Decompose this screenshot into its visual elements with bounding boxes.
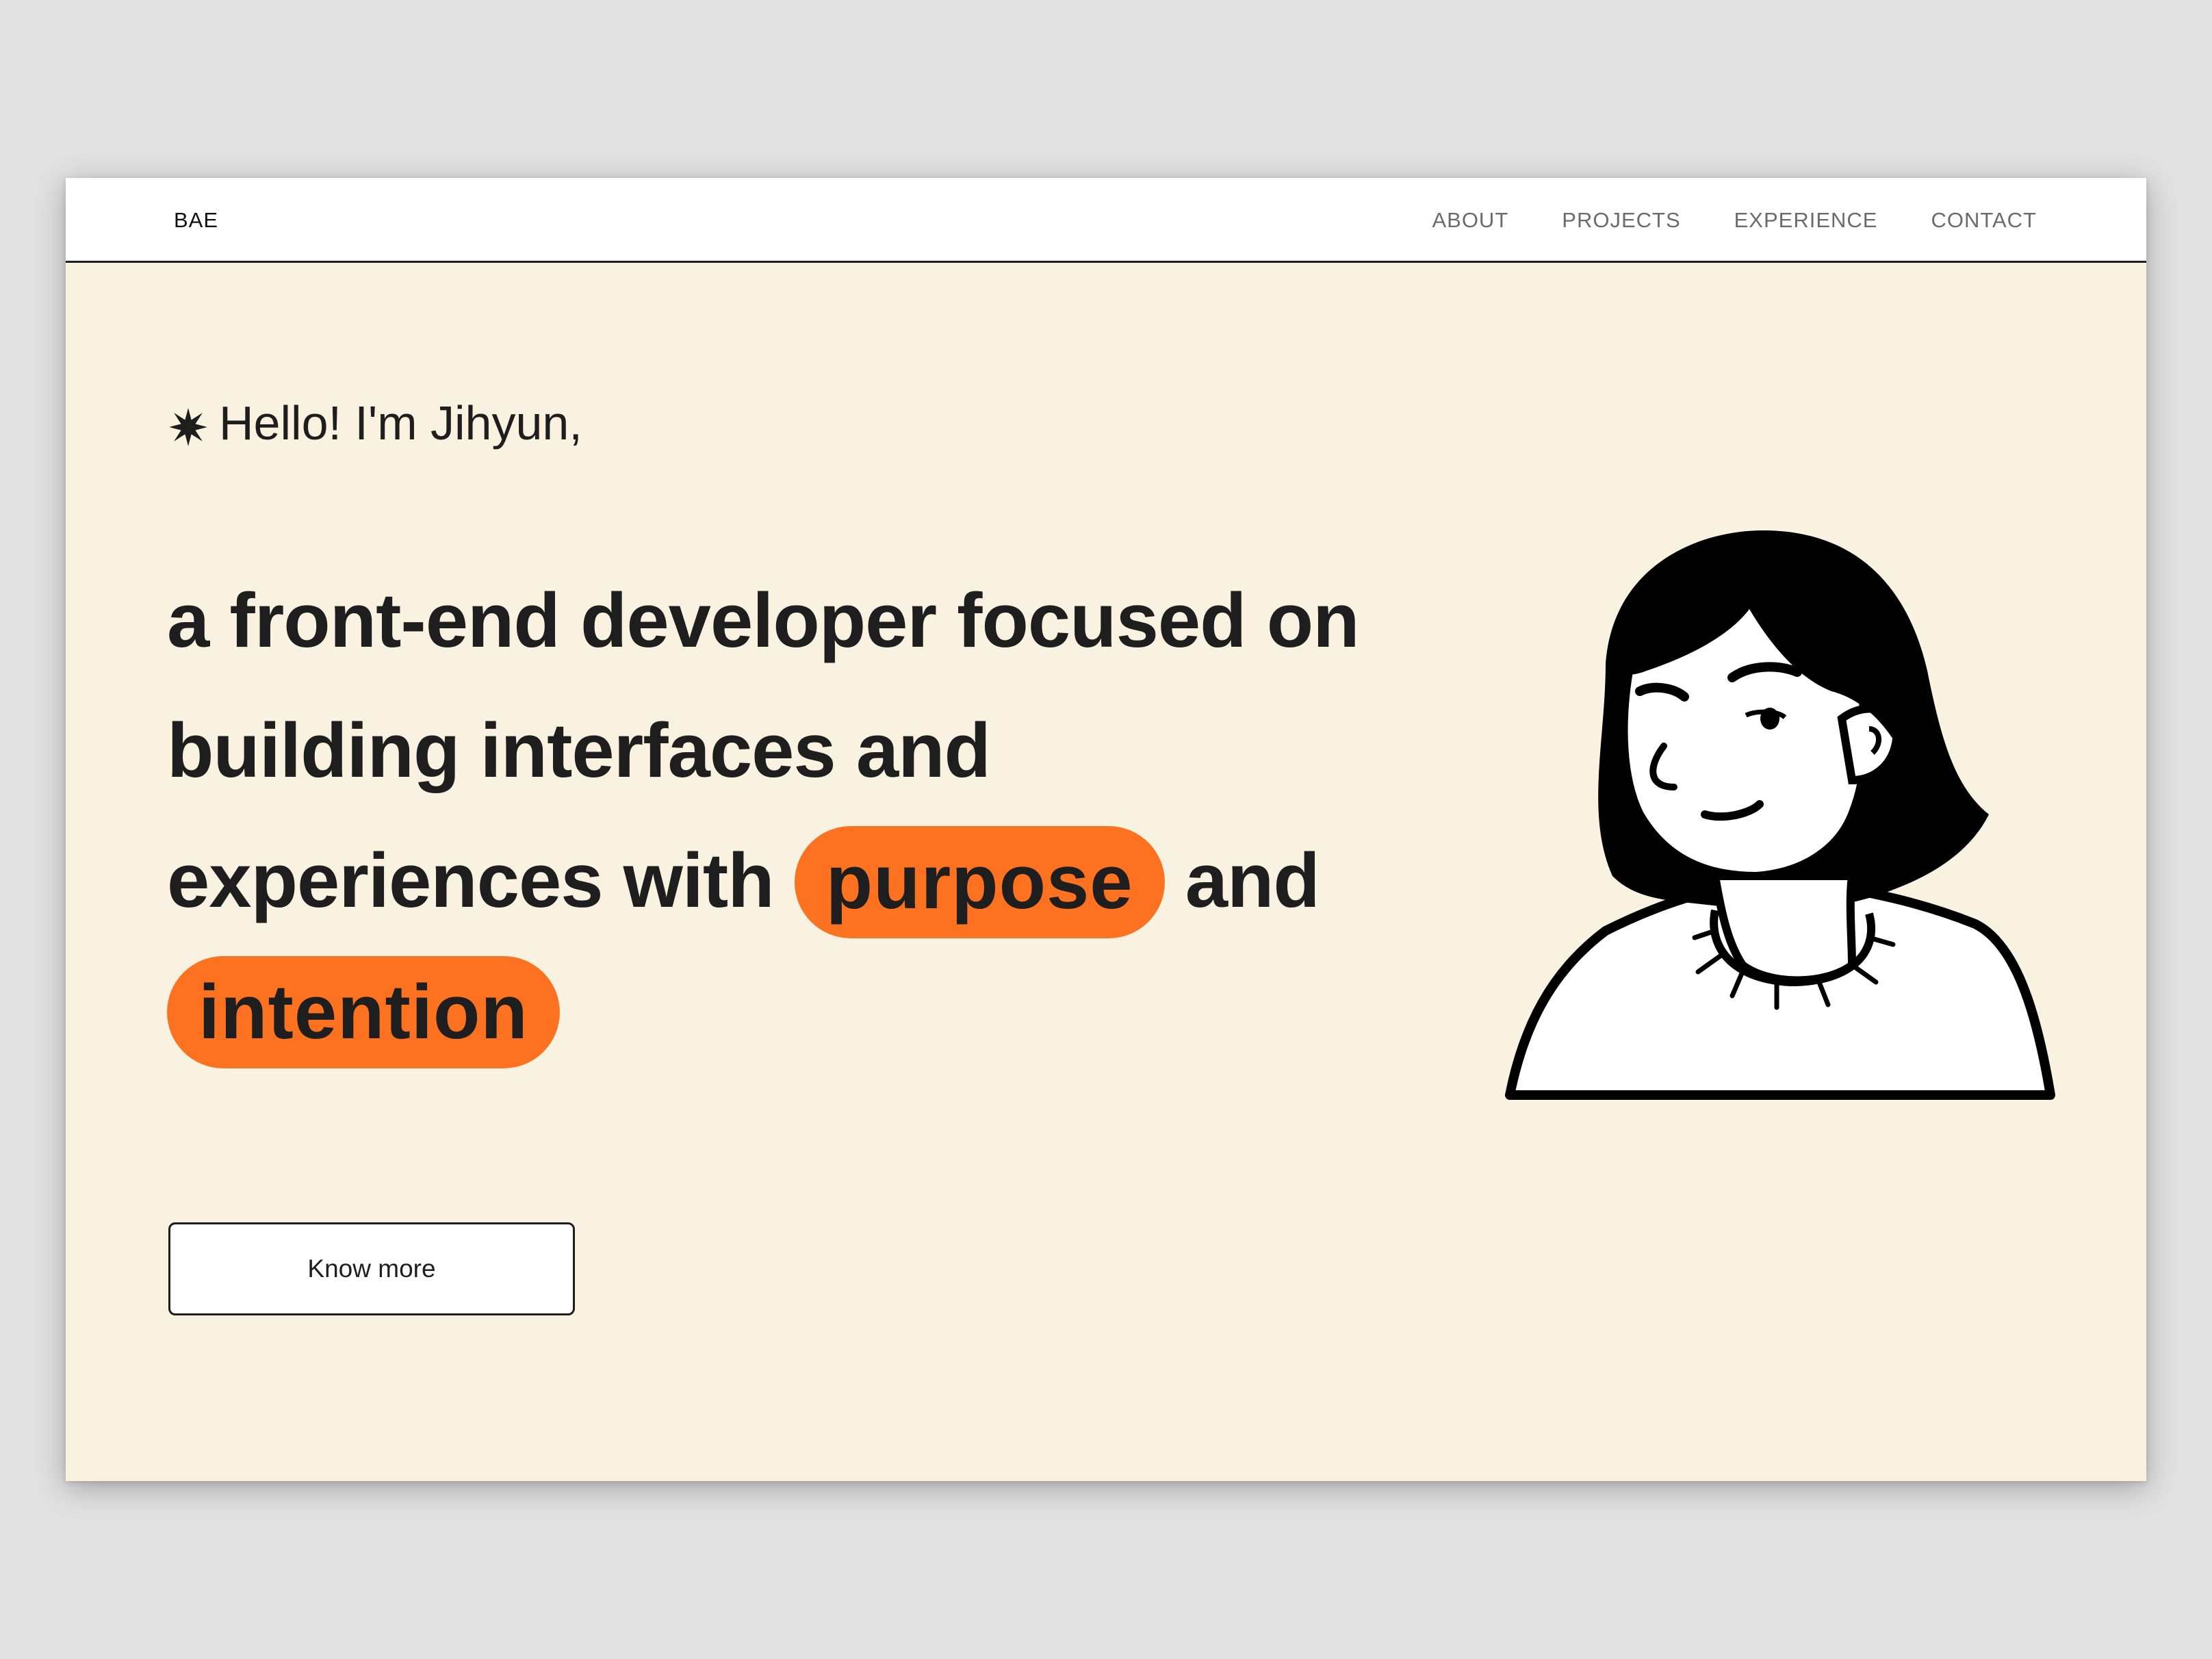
site-logo[interactable]: BAE (174, 178, 218, 263)
star-burst-icon (168, 403, 208, 446)
nav-link-projects[interactable]: PROJECTS (1562, 208, 1680, 233)
browser-page: BAE ABOUT PROJECTS EXPERIENCE CONTACT He… (66, 178, 2146, 1481)
greeting: Hello! I'm Jihyun, (168, 396, 582, 450)
nav-link-contact[interactable]: CONTACT (1931, 208, 2037, 233)
nav-link-about[interactable]: ABOUT (1432, 208, 1508, 233)
nav-link-experience[interactable]: EXPERIENCE (1734, 208, 1878, 233)
headline-line-4: intention (167, 946, 1467, 1076)
headline-line-3-suffix: and (1185, 838, 1320, 923)
greeting-text: Hello! I'm Jihyun, (219, 396, 582, 450)
nav-links: ABOUT PROJECTS EXPERIENCE CONTACT (1432, 178, 2037, 263)
headline-line-3-prefix: experiences with (167, 838, 775, 923)
know-more-button[interactable]: Know more (168, 1222, 575, 1315)
headline-line-1: a front-end developer focused on (167, 578, 1360, 663)
highlight-intention: intention (167, 956, 560, 1069)
hero-headline: a front-end developer focused on buildin… (167, 556, 1467, 1076)
woman-portrait-illustration (1469, 493, 2085, 1109)
navbar: BAE ABOUT PROJECTS EXPERIENCE CONTACT (66, 178, 2146, 263)
headline-line-3: experiences with purpose and (167, 816, 1467, 946)
headline-line-2: building interfaces and (167, 708, 991, 793)
highlight-purpose: purpose (794, 826, 1165, 939)
